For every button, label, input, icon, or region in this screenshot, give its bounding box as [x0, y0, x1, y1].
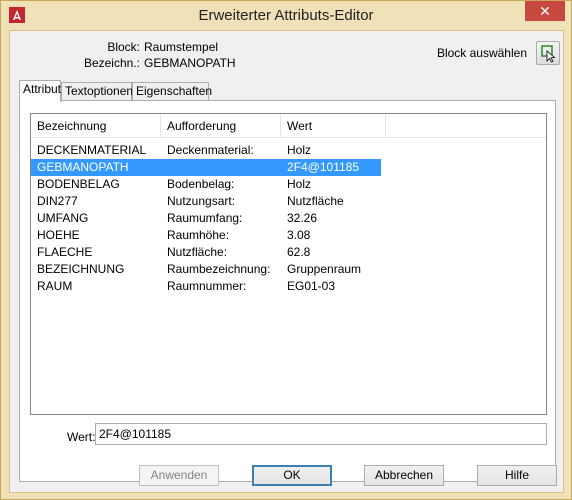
value-input[interactable]: [95, 423, 547, 445]
table-row[interactable]: BODENBELAG Bodenbelag: Holz: [31, 176, 381, 193]
window-title: Erweiterter Attributs-Editor: [198, 7, 374, 24]
value-field-label: Wert:: [67, 430, 96, 444]
title-bar[interactable]: Erweiterter Attributs-Editor ✕: [1, 1, 571, 29]
ok-button[interactable]: OK: [252, 465, 332, 486]
table-row[interactable]: DECKENMATERIAL Deckenmaterial: Holz: [31, 142, 381, 159]
column-header-bezeichnung[interactable]: Bezeichnung: [31, 114, 161, 138]
tab-textoptionen[interactable]: Textoptionen: [61, 82, 133, 100]
value-cell: 2F4@101185: [287, 160, 360, 174]
prompt-cell: Raumhöhe:: [167, 228, 230, 242]
cancel-button[interactable]: Abbrechen: [364, 465, 444, 486]
block-value: Raumstempel: [144, 40, 219, 54]
value-cell: 62.8: [287, 245, 311, 259]
table-row[interactable]: UMFANG Raumumfang: 32.26: [31, 210, 381, 227]
tab-attribut[interactable]: Attribut: [19, 80, 61, 102]
tag-cell: HOEHE: [37, 228, 80, 242]
tag-cell: BEZEICHNUNG: [37, 262, 125, 276]
help-button[interactable]: Hilfe: [477, 465, 557, 486]
value-cell: Holz: [287, 143, 312, 157]
value-cell: EG01-03: [287, 279, 336, 293]
value-cell: Holz: [287, 177, 312, 191]
apply-button[interactable]: Anwenden: [139, 465, 219, 486]
prompt-cell: Deckenmaterial:: [167, 143, 254, 157]
block-info: Block: Raumstempel: [10, 40, 310, 56]
prompt-cell: Nutzfläche:: [167, 245, 228, 259]
table-row[interactable]: DIN277 Nutzungsart: Nutzfläche: [31, 193, 381, 210]
tag-cell: RAUM: [37, 279, 73, 293]
column-header-aufforderung[interactable]: Aufforderung: [161, 114, 281, 138]
tag-cell: BODENBELAG: [37, 177, 120, 191]
block-select-button[interactable]: [536, 41, 560, 65]
tag-cell: FLAECHE: [37, 245, 93, 259]
name-value: GEBMANOPATH: [144, 56, 236, 70]
close-button[interactable]: ✕: [525, 1, 565, 21]
table-row[interactable]: FLAECHE Nutzfläche: 62.8: [31, 244, 381, 261]
tag-cell: DECKENMATERIAL: [37, 143, 147, 157]
tab-eigenschaften[interactable]: Eigenschaften: [132, 82, 212, 100]
tag-cell: GEBMANOPATH: [37, 160, 129, 174]
prompt-cell: Raumnummer:: [167, 279, 247, 293]
table-row[interactable]: GEBMANOPATH 2F4@101185: [31, 159, 381, 176]
column-header-wert[interactable]: Wert: [281, 114, 386, 138]
prompt-cell: Raumumfang:: [167, 211, 243, 225]
block-label: Block:: [107, 40, 140, 54]
attribute-editor-window: Erweiterter Attributs-Editor ✕ Block: Ra…: [0, 0, 572, 500]
list-header: Bezeichnung Aufforderung Wert: [31, 114, 546, 138]
block-select-label: Block auswählen: [436, 46, 527, 60]
table-row[interactable]: BEZEICHNUNG Raumbezeichnung: Gruppenraum: [31, 261, 381, 278]
value-cell: Nutzfläche: [287, 194, 344, 208]
pick-cursor-icon: [541, 45, 556, 63]
attribute-list[interactable]: Bezeichnung Aufforderung Wert DECKENMATE…: [30, 113, 547, 415]
dialog-client-area: Block: Raumstempel Bezeichn.: GEBMANOPAT…: [9, 30, 564, 493]
tag-cell: DIN277: [37, 194, 78, 208]
prompt-cell: Nutzungsart:: [167, 194, 236, 208]
table-row[interactable]: RAUM Raumnummer: EG01-03: [31, 278, 381, 295]
tag-cell: UMFANG: [37, 211, 89, 225]
value-cell: 32.26: [287, 211, 318, 225]
prompt-cell: Raumbezeichnung:: [167, 262, 271, 276]
table-row[interactable]: HOEHE Raumhöhe: 3.08: [31, 227, 381, 244]
prompt-cell: Bodenbelag:: [167, 177, 235, 191]
value-cell: 3.08: [287, 228, 311, 242]
name-info: Bezeichn.: GEBMANOPATH: [10, 56, 310, 72]
value-cell: Gruppenraum: [287, 262, 362, 276]
name-label: Bezeichn.:: [83, 56, 140, 70]
